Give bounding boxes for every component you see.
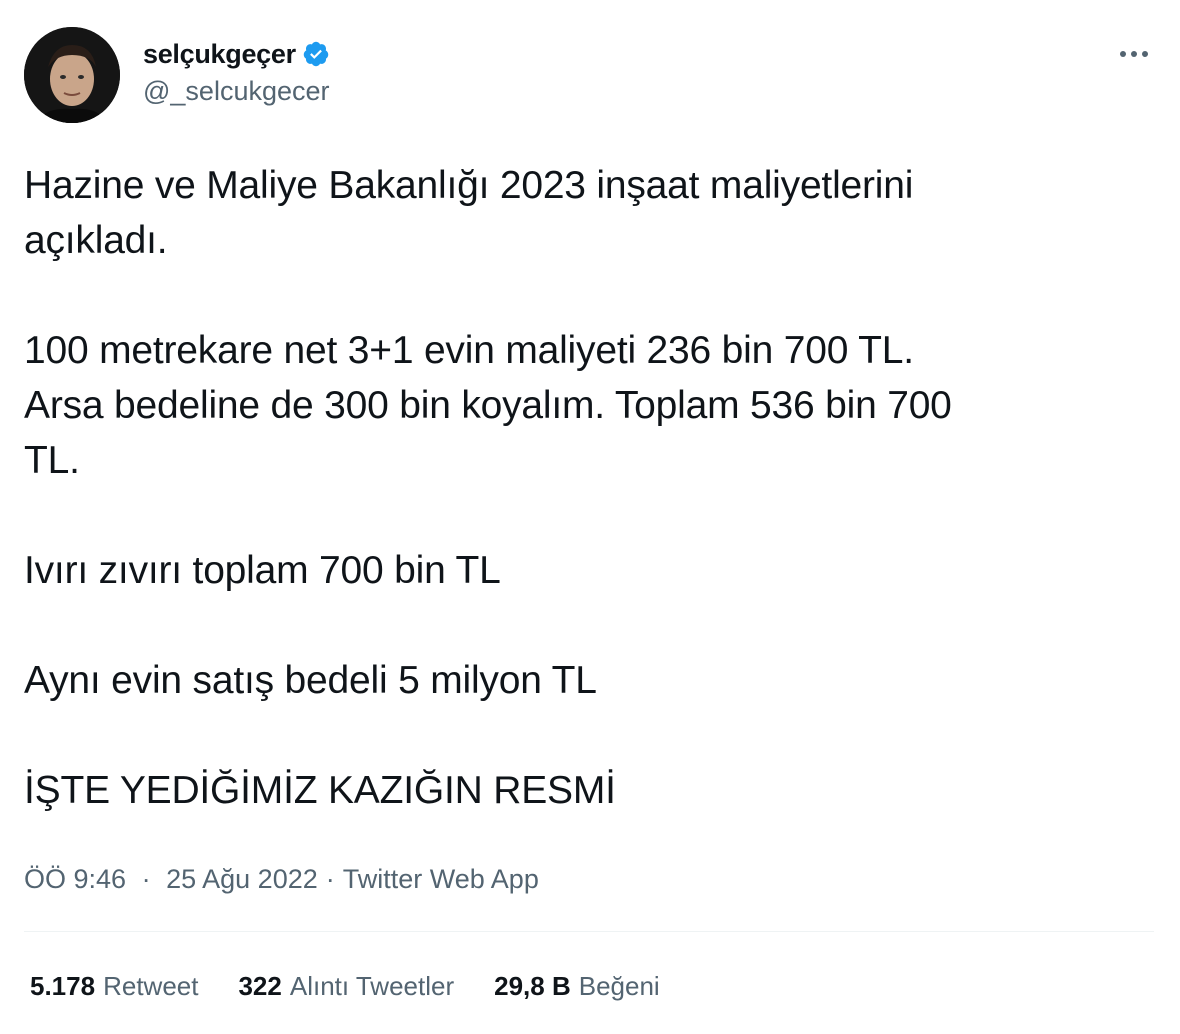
more-horizontal-icon[interactable]	[1114, 34, 1154, 74]
likes-label: Beğeni	[578, 970, 660, 1001]
tweet-line: 100 metrekare net 3+1 evin maliyeti 236 …	[24, 329, 914, 372]
tweet-date: 25 Ağu 2022	[166, 863, 318, 894]
retweets-count: 5.178	[30, 970, 96, 1001]
meta-separator: ·	[141, 863, 151, 894]
tweet-time: ÖÖ 9:46	[24, 863, 127, 894]
quote-tweets-count: 322	[238, 970, 282, 1001]
likes-count: 29,8 B	[494, 970, 571, 1001]
author-display-name[interactable]: selçukgeçer	[143, 39, 296, 70]
retweets-label: Retweet	[103, 970, 199, 1001]
avatar-photo	[24, 27, 120, 123]
tweet-line: İŞTE YEDİĞİMİZ KAZIĞIN RESMİ	[24, 769, 616, 812]
tweet-stats: 5.178 Retweet 322 Alıntı Tweetler 29,8 B…	[30, 966, 700, 1006]
author-handle[interactable]: @_selcukgecer	[143, 76, 330, 107]
meta-separator: ·	[325, 863, 335, 894]
tweet-line: Ivırı zıvırı toplam 700 bin TL	[24, 549, 501, 592]
tweet-line: TL.	[24, 439, 80, 482]
tweet-time-link[interactable]: ÖÖ 9:46 · 25 Ağu 2022	[24, 864, 318, 895]
tweet-line: açıkladı.	[24, 219, 168, 262]
tweet-card: selçukgeçer @_selcukgecer Hazine ve Mali…	[0, 0, 1180, 1034]
tweet-line: Arsa bedeline de 300 bin koyalım. Toplam…	[24, 384, 952, 427]
tweet-meta: ÖÖ 9:46 · 25 Ağu 2022 · Twitter Web App	[24, 860, 539, 898]
divider	[24, 931, 1154, 932]
avatar[interactable]	[24, 27, 120, 123]
quote-tweets-stat[interactable]: 322 Alıntı Tweetler	[238, 971, 454, 1002]
author-name-row[interactable]: selçukgeçer	[143, 36, 330, 72]
tweet-text: Hazine ve Maliye Bakanlığı 2023 inşaat m…	[24, 158, 1154, 818]
tweet-line: Aynı evin satış bedeli 5 milyon TL	[24, 659, 597, 702]
likes-stat[interactable]: 29,8 B Beğeni	[494, 971, 660, 1002]
tweet-line: Hazine ve Maliye Bakanlığı 2023 inşaat m…	[24, 164, 914, 207]
retweets-stat[interactable]: 5.178 Retweet	[30, 971, 198, 1002]
tweet-source-link[interactable]: Twitter Web App	[343, 864, 539, 895]
quote-tweets-label: Alıntı Tweetler	[289, 970, 455, 1001]
verified-badge-icon	[302, 40, 330, 68]
